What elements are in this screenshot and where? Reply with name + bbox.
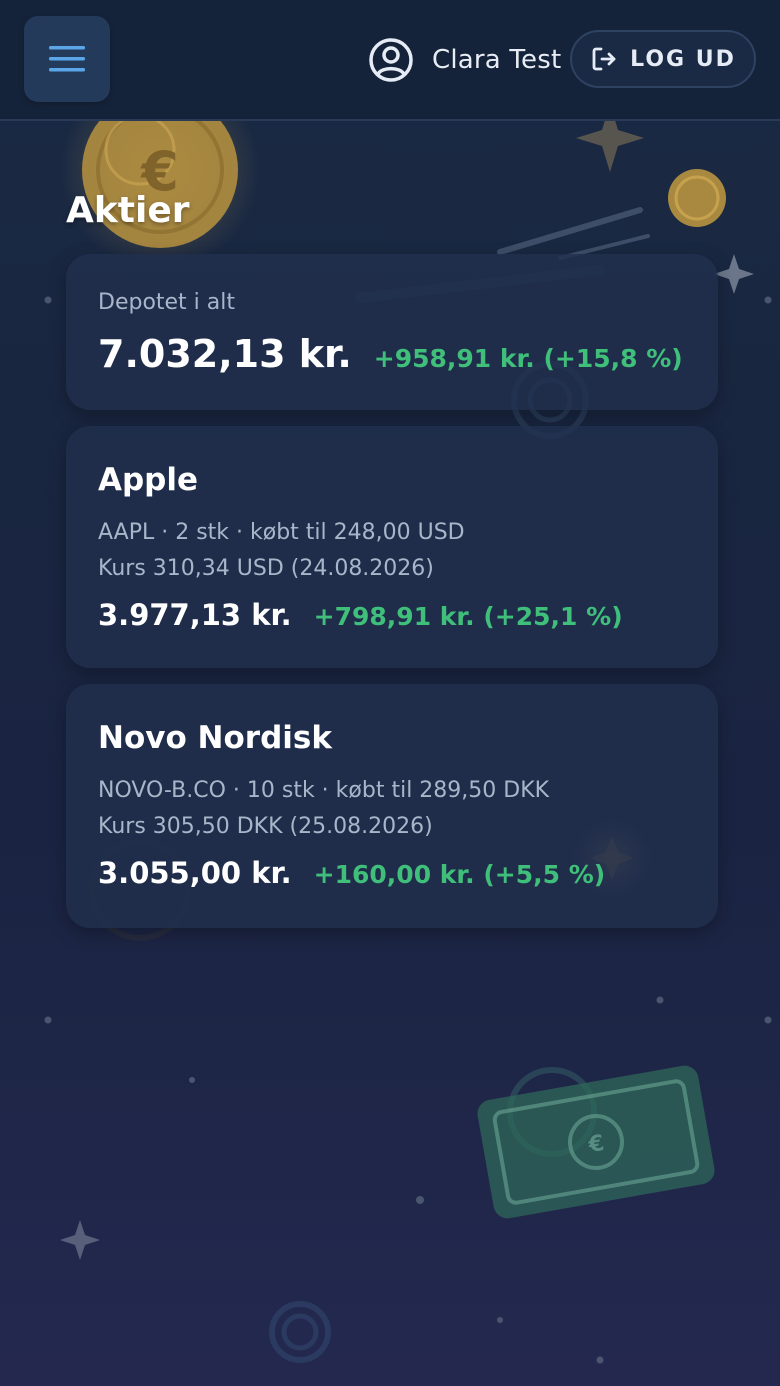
stock-value-row: 3.055,00 kr. +160,00 kr. (+5,5 %) [98,856,605,890]
stock-gain: +160,00 kr. (+5,5 %) [313,860,606,889]
logout-label: LOG UD [630,46,736,72]
user-name: Clara Test [432,45,562,75]
hamburger-menu-icon [49,46,85,72]
portfolio-gain: +958,91 kr. (+15,8 %) [373,344,683,373]
summary-label: Depotet i alt [98,290,236,315]
sparkle-icon [60,1220,100,1260]
stock-value-row: 3.977,13 kr. +798,91 kr. (+25,1 %) [98,598,623,632]
portfolio-summary-card: Depotet i alt 7.032,13 kr. +958,91 kr. (… [66,254,718,410]
stock-name: Apple [98,462,199,498]
logout-button[interactable]: LOG UD [570,30,756,88]
stock-price: Kurs 310,34 USD (24.08.2026) [98,556,434,581]
stock-details: NOVO-B.CO · 10 stk · købt til 289,50 DKK [98,778,550,803]
stock-price: Kurs 305,50 DKK (25.08.2026) [98,814,433,839]
top-bar: Clara Test LOG UD [0,0,780,121]
user-profile[interactable]: Clara Test [368,36,561,84]
menu-button[interactable] [24,16,110,102]
summary-value-row: 7.032,13 kr. +958,91 kr. (+15,8 %) [98,332,683,376]
stock-value: 3.055,00 kr. [98,856,292,890]
sparkle-icon [714,254,754,294]
stock-card-apple[interactable]: Apple AAPL · 2 stk · købt til 248,00 USD… [66,426,718,668]
banknote-icon: € [477,1065,715,1219]
logout-icon [592,47,616,71]
portfolio-total-value: 7.032,13 kr. [98,332,352,376]
stock-card-novo-nordisk[interactable]: Novo Nordisk NOVO-B.CO · 10 stk · købt t… [66,684,718,928]
page-title: Aktier [66,190,190,231]
stock-gain: +798,91 kr. (+25,1 %) [313,602,623,631]
stock-name: Novo Nordisk [98,720,332,756]
user-circle-icon [369,38,413,82]
stock-details: AAPL · 2 stk · købt til 248,00 USD [98,520,465,545]
small-coin-icon [668,169,726,227]
stock-value: 3.977,13 kr. [98,598,292,632]
svg-text:€: € [586,1131,606,1158]
